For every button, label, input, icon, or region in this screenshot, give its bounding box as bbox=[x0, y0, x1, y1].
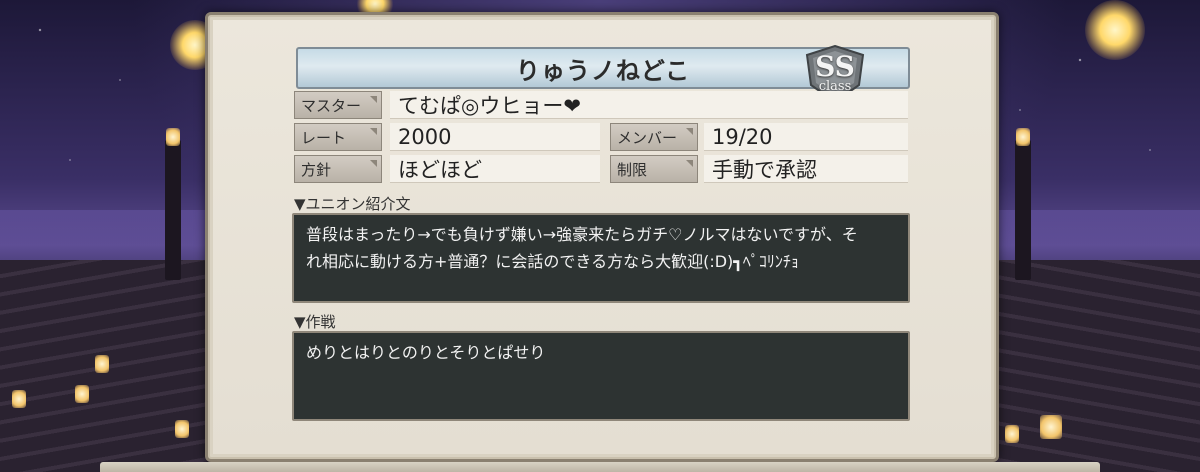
candle-icon bbox=[1005, 425, 1019, 443]
bottom-ticker-strip bbox=[100, 462, 1100, 472]
master-label: マスター bbox=[294, 91, 382, 119]
intro-textbox: 普段はまったり→でも負けず嫌い→強豪来たらガチ♡ノルマはないですが、そ れ相応に… bbox=[292, 213, 910, 303]
candle-icon bbox=[1016, 128, 1030, 146]
members-label: メンバー bbox=[610, 123, 698, 151]
candle-icon bbox=[175, 420, 189, 438]
pier-post bbox=[1015, 140, 1031, 280]
strategy-textbox: めりとはりとのりとそりとぱせり bbox=[292, 331, 910, 421]
master-value: てむぱ◎ウヒョー❤ bbox=[390, 91, 908, 119]
class-rank: SS bbox=[815, 50, 855, 83]
members-value: 19/20 bbox=[704, 123, 908, 151]
pier-left bbox=[0, 260, 220, 472]
union-info-panel: りゅうノねどこ SS class マスター てむぱ◎ウヒョー❤ レート 2000… bbox=[205, 12, 999, 462]
strategy-text: めりとはりとのりとそりとぱせり bbox=[306, 343, 546, 362]
hanging-lantern-icon bbox=[1085, 0, 1145, 60]
intro-line-1: 普段はまったり→でも負けず嫌い→強豪来たらガチ♡ノルマはないですが、そ bbox=[306, 225, 858, 244]
policy-label: 方針 bbox=[294, 155, 382, 183]
strategy-heading: ▼作戦 bbox=[294, 313, 336, 331]
policy-value: ほどほど bbox=[390, 155, 600, 183]
rate-value: 2000 bbox=[390, 123, 600, 151]
candle-icon bbox=[95, 355, 109, 373]
candle-icon bbox=[1040, 415, 1062, 439]
pier-post bbox=[165, 140, 181, 280]
restriction-label: 制限 bbox=[610, 155, 698, 183]
candle-icon bbox=[166, 128, 180, 146]
candle-icon bbox=[12, 390, 26, 408]
rate-label: レート bbox=[294, 123, 382, 151]
intro-line-2: れ相応に動ける方+普通？に会話のできる方なら大歓迎(:D)┓ﾍﾟｺﾘﾝﾁｮ bbox=[306, 252, 799, 271]
restriction-value: 手動で承認 bbox=[704, 155, 908, 183]
intro-heading: ▼ユニオン紹介文 bbox=[294, 195, 411, 213]
candle-icon bbox=[75, 385, 89, 403]
union-name: りゅうノねどこ bbox=[515, 56, 691, 85]
